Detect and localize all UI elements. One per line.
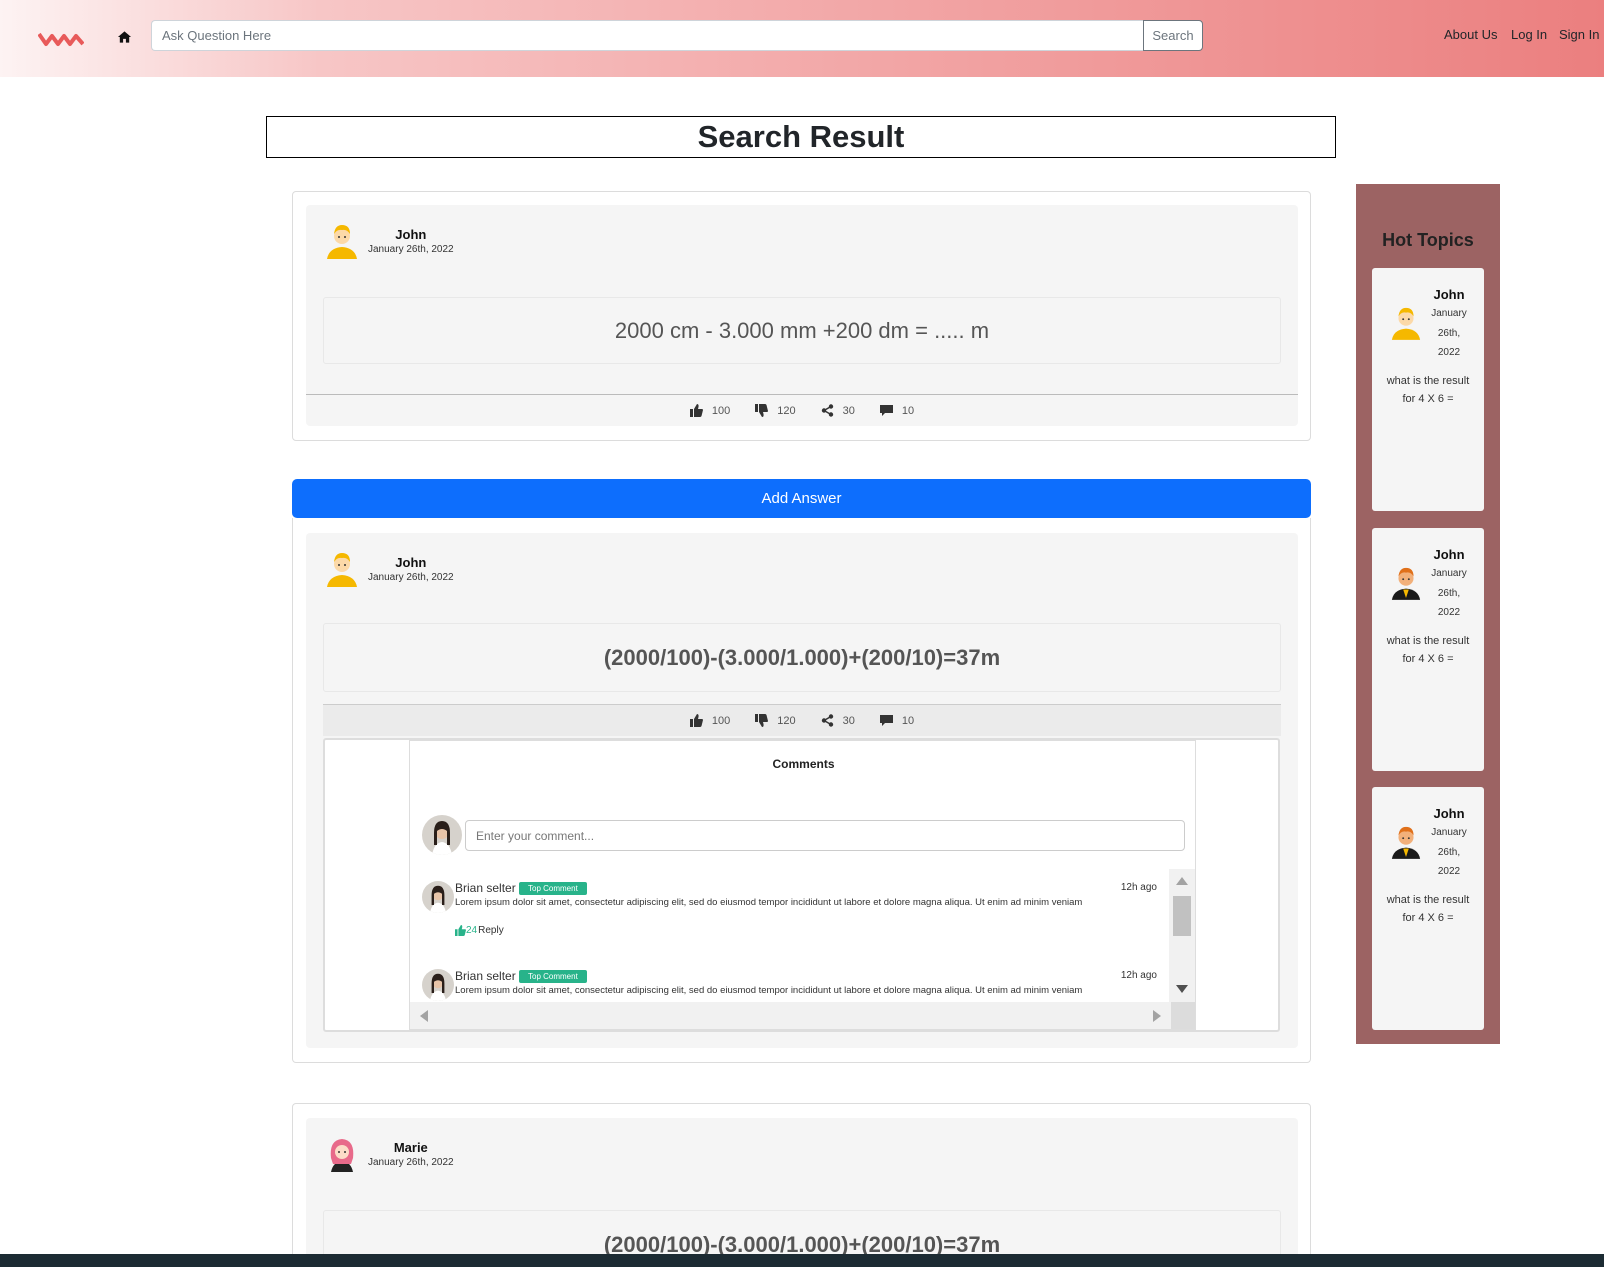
top-comment-badge: Top Comment — [519, 970, 587, 983]
top-navbar: Search About Us Log In Sign In — [0, 0, 1604, 77]
nav-sign-in[interactable]: Sign In — [1559, 27, 1599, 42]
share-icon — [821, 714, 833, 727]
avatar — [1391, 567, 1421, 600]
dislike-stat[interactable]: 120 — [755, 404, 796, 417]
topic-author: John — [1433, 547, 1465, 562]
author-date: January 26th, 2022 — [368, 244, 454, 255]
top-comment-badge: Top Comment — [519, 882, 587, 895]
topic-text: what is the result for 4 X 6 = — [1386, 894, 1470, 924]
topic-text: what is the result for 4 X 6 = — [1386, 375, 1470, 405]
scroll-down-icon[interactable] — [1176, 985, 1188, 993]
comment-time: 12h ago — [1120, 970, 1157, 981]
add-answer-button[interactable]: Add Answer — [292, 479, 1311, 518]
commenter-name: Brian selter — [455, 969, 516, 983]
avatar — [1391, 826, 1421, 859]
comment-stat[interactable]: 10 — [879, 404, 914, 417]
scroll-up-icon[interactable] — [1176, 877, 1188, 885]
thumbs-up-icon — [689, 714, 703, 727]
commenter-name: Brian selter — [455, 881, 516, 895]
answer-card: Marie January 26th, 2022 (2000/100)-(3.0… — [292, 1103, 1311, 1267]
horizontal-scrollbar[interactable] — [410, 1002, 1195, 1029]
share-icon — [821, 404, 833, 417]
thumbs-down-icon — [755, 404, 769, 417]
thumbs-down-icon — [755, 714, 769, 727]
user-avatar — [422, 815, 462, 855]
logo[interactable] — [38, 30, 84, 48]
nav-about-us[interactable]: About Us — [1444, 27, 1497, 42]
commenter-avatar — [422, 969, 454, 1001]
answer-inner: Marie January 26th, 2022 (2000/100)-(3.0… — [306, 1118, 1298, 1267]
comment-icon — [879, 405, 893, 416]
commenter-avatar — [422, 881, 454, 913]
question-card: John January 26th, 2022 2000 cm - 3.000 … — [292, 191, 1311, 441]
comment-item: Brian selter Top Comment 12h ago Lorem i… — [422, 881, 1157, 951]
thumbs-up-icon[interactable] — [455, 925, 466, 936]
comment-text: Lorem ipsum dolor sit amet, consectetur … — [455, 897, 1083, 908]
reply-link[interactable]: Reply — [478, 925, 504, 936]
page-title: Search Result — [266, 116, 1336, 158]
hot-topics-sidebar: Hot Topics John January 26th, 2022 what … — [1356, 184, 1500, 1044]
home-icon[interactable] — [117, 30, 132, 44]
avatar — [327, 225, 357, 259]
search-button[interactable]: Search — [1143, 20, 1203, 51]
comment-stat[interactable]: 10 — [879, 714, 914, 727]
topic-author: John — [1433, 287, 1465, 302]
answer-author: John January 26th, 2022 — [325, 549, 454, 587]
answer-stats: 100 120 30 10 — [323, 704, 1281, 736]
comment-icon — [879, 715, 893, 726]
topic-author: John — [1433, 806, 1465, 821]
question-inner: John January 26th, 2022 2000 cm - 3.000 … — [306, 205, 1298, 426]
comments-title: Comments — [772, 757, 835, 771]
hot-topic-card[interactable]: John January 26th, 2022 what is the resu… — [1372, 268, 1484, 511]
share-stat[interactable]: 30 — [821, 714, 855, 727]
comment-input[interactable] — [465, 820, 1185, 851]
comments-frame: Comments Brian selter Top Comment 12h ag… — [323, 738, 1280, 1032]
author-name: Marie — [393, 1140, 428, 1155]
author-name: John — [395, 227, 427, 242]
scroll-right-icon[interactable] — [1153, 1010, 1161, 1022]
thumbs-up-icon — [689, 404, 703, 417]
hot-topics-title: Hot Topics — [1382, 230, 1474, 250]
avatar — [327, 553, 357, 587]
scroll-left-icon[interactable] — [420, 1010, 428, 1022]
topic-date: January 26th, 2022 — [1431, 568, 1467, 618]
author-date: January 26th, 2022 — [368, 572, 454, 583]
comment-actions: 24 Reply — [455, 925, 504, 936]
taskbar-strip — [0, 1254, 1604, 1267]
vertical-scrollbar[interactable] — [1169, 869, 1195, 1003]
scroll-corner — [1171, 1002, 1195, 1029]
answer-text: (2000/100)-(3.000/1.000)+(200/10)=37m — [323, 623, 1281, 692]
dislike-stat[interactable]: 120 — [755, 714, 796, 727]
share-stat[interactable]: 30 — [821, 404, 855, 417]
search-input[interactable] — [151, 20, 1144, 51]
hot-topic-card[interactable]: John January 26th, 2022 what is the resu… — [1372, 787, 1484, 1030]
question-text: 2000 cm - 3.000 mm +200 dm = ..... m — [323, 297, 1281, 364]
author-name: John — [395, 555, 427, 570]
author-date: January 26th, 2022 — [368, 1157, 454, 1168]
scroll-thumb[interactable] — [1173, 896, 1191, 936]
comment-time: 12h ago — [1120, 882, 1157, 893]
avatar — [1391, 307, 1421, 340]
topic-date: January 26th, 2022 — [1431, 308, 1467, 358]
like-stat[interactable]: 100 — [689, 404, 730, 417]
comment-likes: 24 — [466, 925, 478, 936]
hot-topic-card[interactable]: John January 26th, 2022 what is the resu… — [1372, 528, 1484, 771]
avatar — [330, 1139, 354, 1172]
question-author: John January 26th, 2022 — [325, 221, 454, 259]
answer-author: Marie January 26th, 2022 — [325, 1134, 454, 1172]
topic-date: January 26th, 2022 — [1431, 827, 1467, 877]
comments-panel: Comments Brian selter Top Comment 12h ag… — [409, 740, 1196, 1030]
question-stats: 100 120 30 10 — [306, 394, 1298, 426]
comment-text: Lorem ipsum dolor sit amet, consectetur … — [455, 985, 1083, 996]
like-stat[interactable]: 100 — [689, 714, 730, 727]
topic-text: what is the result for 4 X 6 = — [1386, 635, 1470, 665]
nav-log-in[interactable]: Log In — [1511, 27, 1547, 42]
